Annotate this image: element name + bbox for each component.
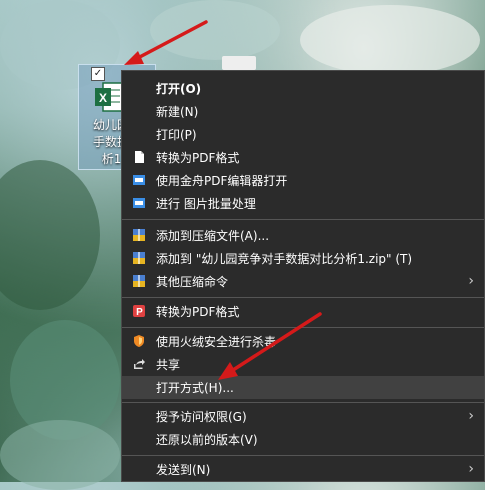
- pdf-convert-icon: P: [133, 305, 145, 318]
- svg-text:X: X: [99, 91, 107, 105]
- svg-text:P: P: [136, 307, 143, 318]
- archive-icon: [133, 229, 145, 241]
- menu-item-open[interactable]: 打开(O): [122, 77, 484, 100]
- menu-separator: [122, 455, 484, 456]
- context-menu: 打开(O) 新建(N) 打印(P) 转换为PDF格式 使用金舟PDF编辑器打开 …: [121, 70, 485, 482]
- menu-item-restore-versions[interactable]: 还原以前的版本(V): [122, 428, 484, 451]
- menu-item-add-archive[interactable]: 添加到压缩文件(A)...: [122, 224, 484, 247]
- menu-item-grant-access[interactable]: 授予访问权限(G) ›: [122, 405, 484, 428]
- archive-icon: [133, 275, 145, 287]
- menu-item-label: 添加到压缩文件(A)...: [156, 229, 270, 243]
- image-batch-icon: [133, 198, 145, 208]
- checkbox-icon[interactable]: ✓: [91, 67, 105, 81]
- menu-item-label: 打印(P): [156, 128, 197, 142]
- shield-icon: [134, 335, 144, 347]
- menu-separator: [122, 402, 484, 403]
- chevron-right-icon: ›: [468, 461, 474, 477]
- menu-separator: [122, 219, 484, 220]
- menu-item-open-pdf-editor[interactable]: 使用金舟PDF编辑器打开: [122, 169, 484, 192]
- annotation-arrow-icon: [124, 20, 208, 65]
- share-icon: [134, 359, 145, 369]
- menu-item-other-archive[interactable]: 其他压缩命令 ›: [122, 270, 484, 293]
- menu-item-label: 授予访问权限(G): [156, 410, 247, 424]
- menu-item-label: 其他压缩命令: [156, 275, 229, 289]
- pdf-file-icon[interactable]: [222, 56, 256, 70]
- menu-item-add-zip[interactable]: 添加到 "幼儿园竞争对手数据对比分析1.zip" (T): [122, 247, 484, 270]
- menu-item-label: 转换为PDF格式: [156, 151, 240, 165]
- menu-separator: [122, 297, 484, 298]
- menu-item-label: 发送到(N): [156, 463, 211, 477]
- menu-item-label: 还原以前的版本(V): [156, 433, 258, 447]
- menu-item-new[interactable]: 新建(N): [122, 100, 484, 123]
- document-icon: [135, 151, 144, 163]
- menu-item-label: 共享: [156, 358, 181, 372]
- archive-icon: [133, 252, 145, 264]
- menu-item-label: 打开(O): [156, 82, 202, 96]
- menu-item-print[interactable]: 打印(P): [122, 123, 484, 146]
- pdf-editor-icon: [133, 175, 145, 185]
- menu-item-convert-pdf[interactable]: 转换为PDF格式: [122, 146, 484, 169]
- annotation-arrow-icon: [218, 312, 322, 380]
- menu-item-label: 添加到 "幼儿园竞争对手数据对比分析1.zip" (T): [156, 252, 413, 266]
- menu-item-image-batch[interactable]: 进行 图片批量处理: [122, 192, 484, 215]
- menu-item-label: 新建(N): [156, 105, 199, 119]
- menu-item-label: 使用金舟PDF编辑器打开: [156, 174, 288, 188]
- chevron-right-icon: ›: [468, 273, 474, 289]
- chevron-right-icon: ›: [468, 408, 474, 424]
- menu-item-send-to[interactable]: 发送到(N) ›: [122, 458, 484, 481]
- menu-item-label: 进行 图片批量处理: [156, 197, 256, 211]
